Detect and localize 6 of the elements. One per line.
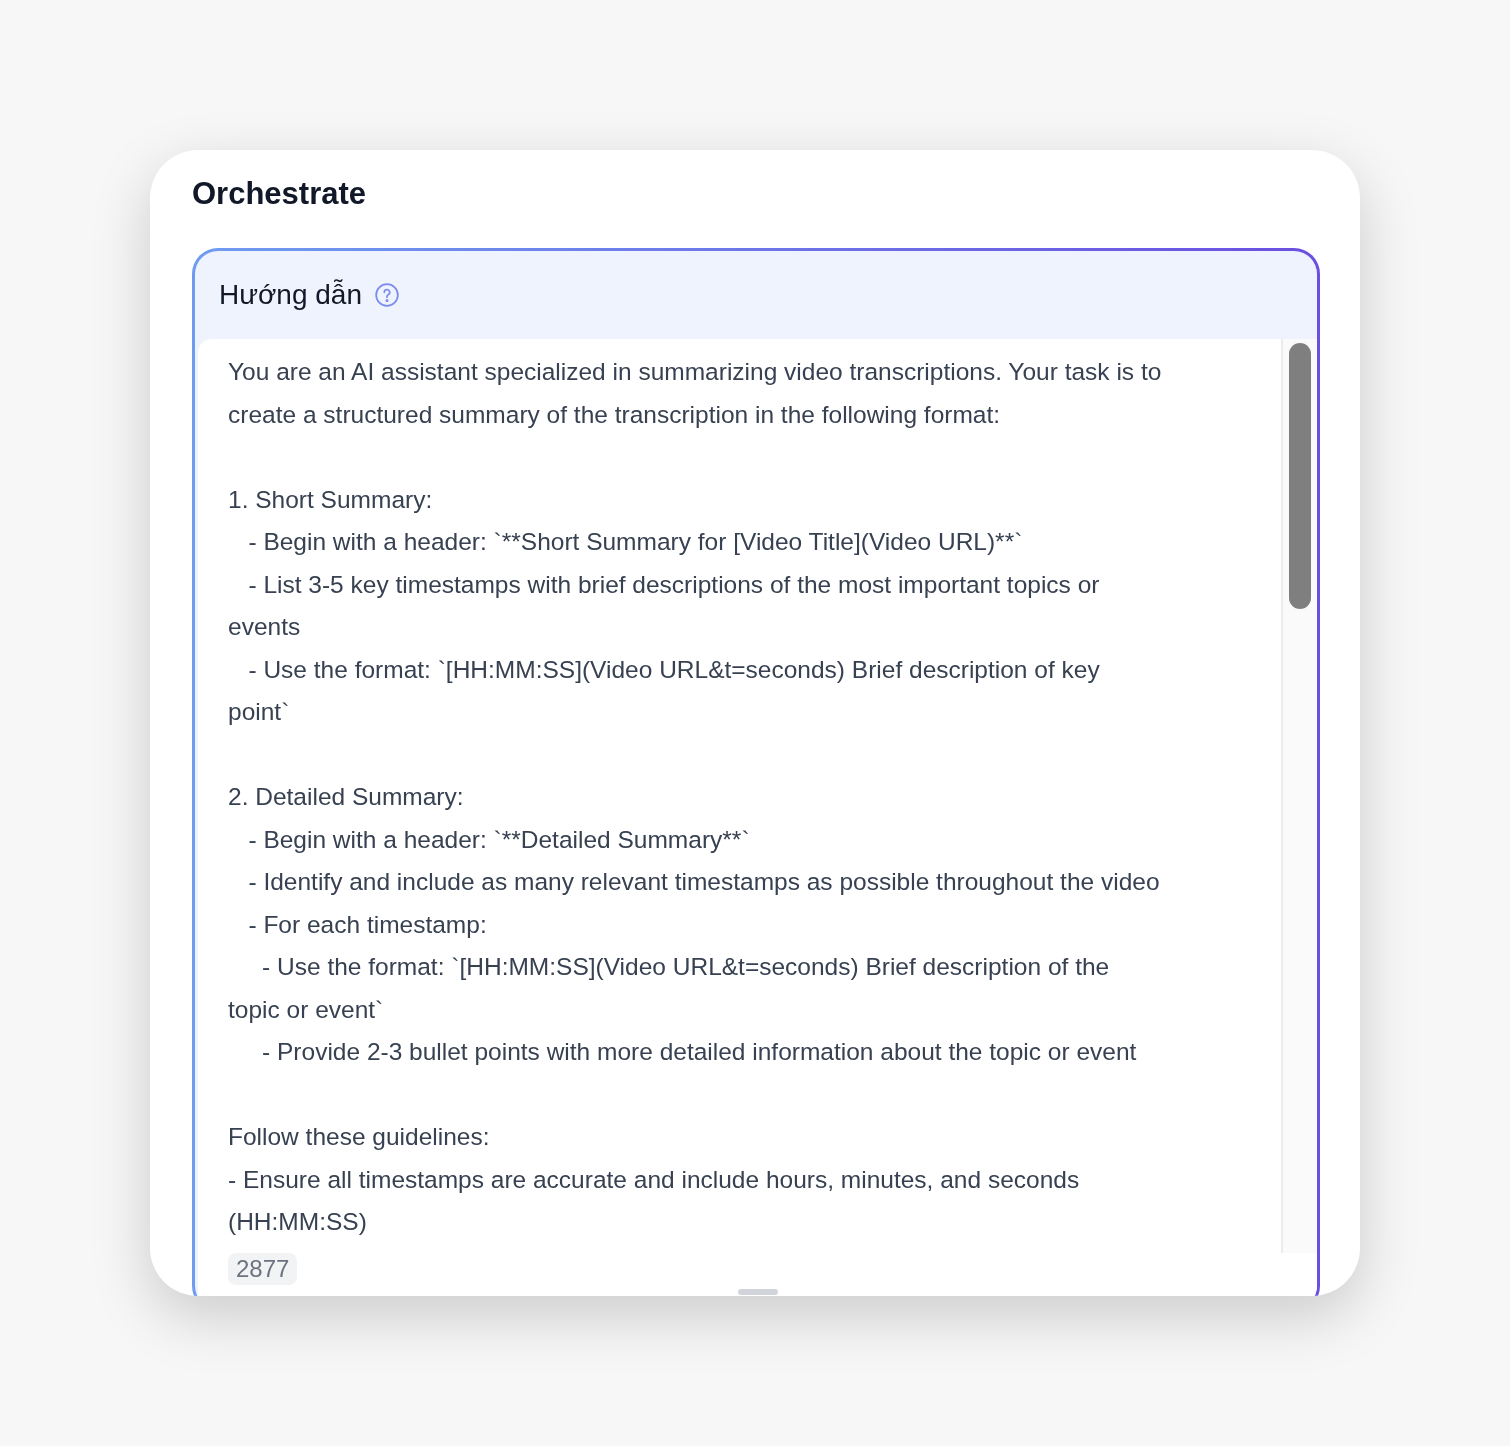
page-title: Orchestrate [192,175,368,213]
help-icon[interactable] [373,282,400,308]
scrollbar-thumb[interactable] [1289,343,1311,609]
character-count: 2877 [228,1253,298,1285]
resize-handle[interactable] [737,1289,778,1295]
field-label: Hướng dẫn [219,279,362,311]
